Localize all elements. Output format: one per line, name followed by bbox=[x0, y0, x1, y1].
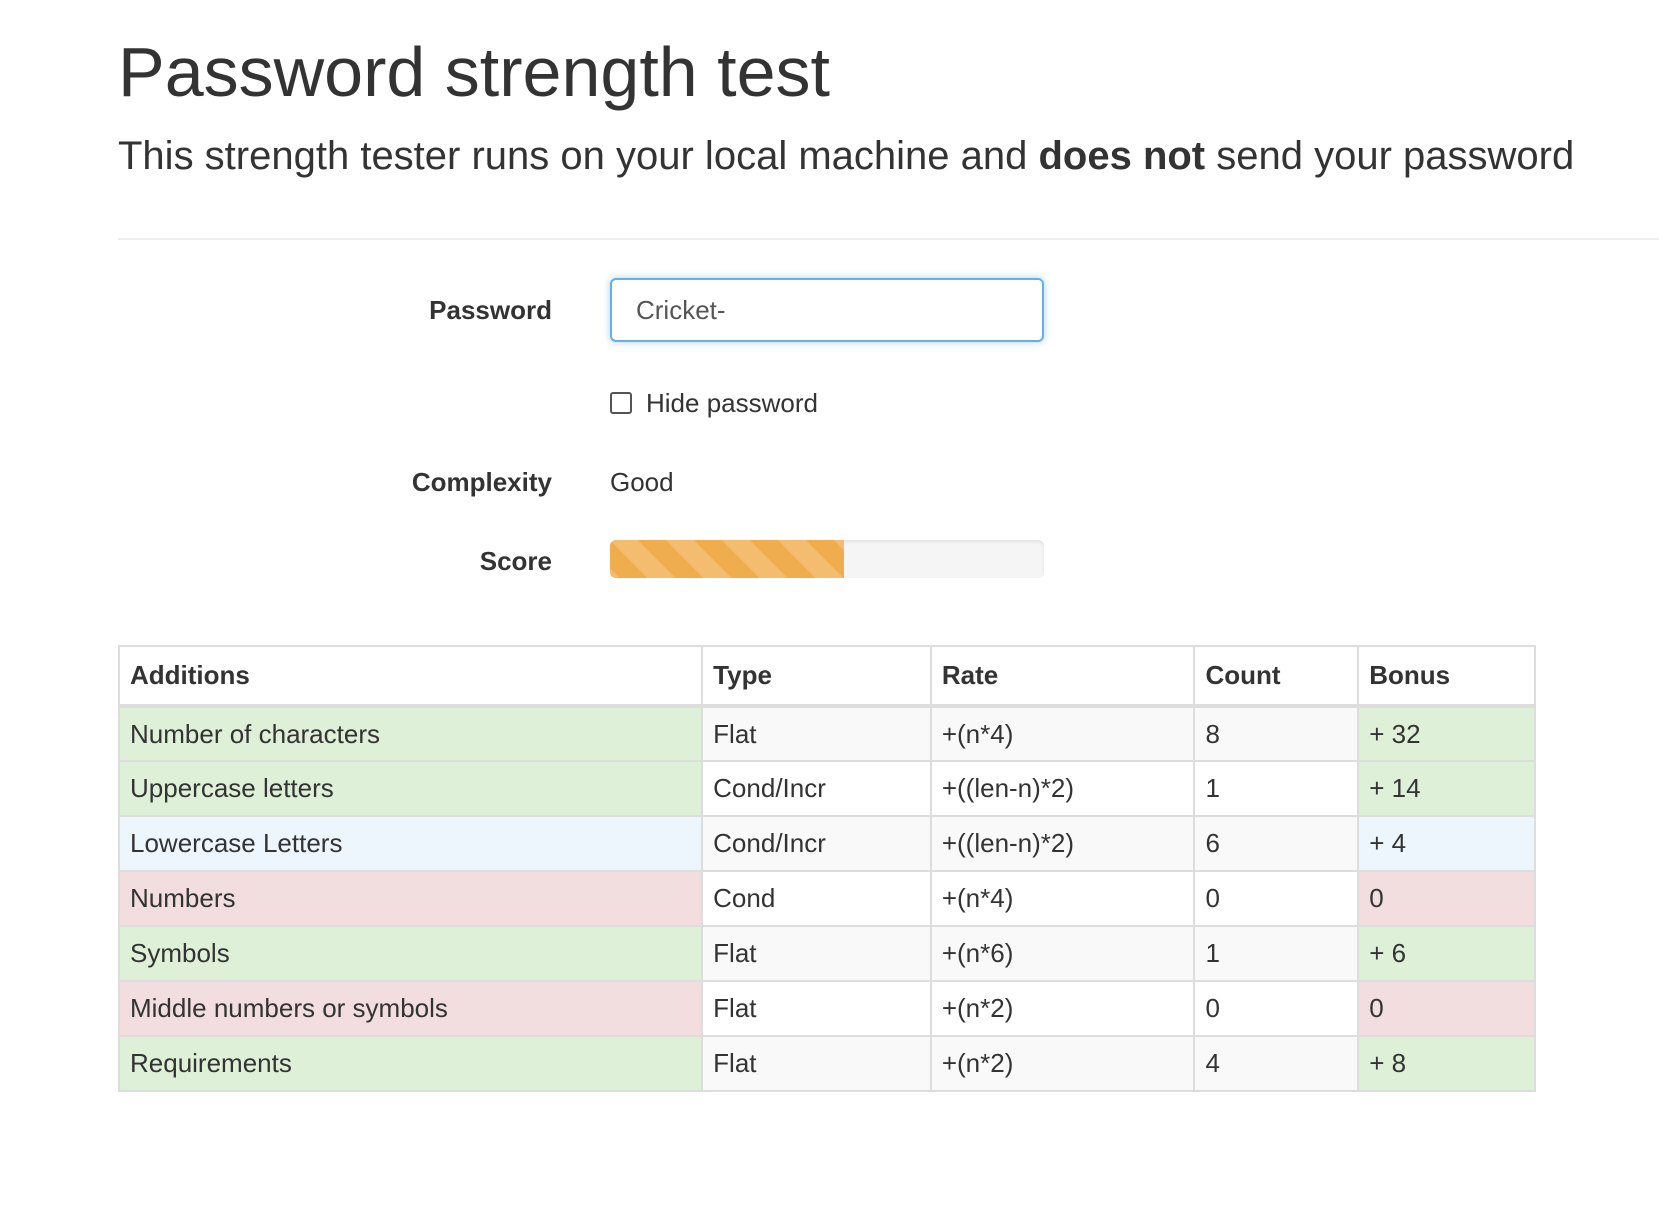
cell-bonus: + 8 bbox=[1357, 1035, 1536, 1092]
additions-table: Additions Type Rate Count Bonus Number o… bbox=[117, 645, 1536, 1092]
table-row: Middle numbers or symbols Flat +(n*2) 0 0 bbox=[117, 980, 1536, 1037]
column-header-count: Count bbox=[1193, 645, 1360, 708]
cell-count: 8 bbox=[1193, 705, 1360, 762]
password-input[interactable] bbox=[610, 278, 1044, 342]
cell-rate: +(n*2) bbox=[929, 980, 1196, 1037]
cell-addition: Number of characters bbox=[117, 705, 704, 762]
cell-bonus: 0 bbox=[1357, 870, 1536, 927]
column-header-rate: Rate bbox=[929, 645, 1196, 708]
page-lead: This strength tester runs on your local … bbox=[118, 132, 1574, 180]
table-row: Lowercase Letters Cond/Incr +((len-n)*2) 6 +… bbox=[117, 815, 1536, 872]
column-header-additions: Additions bbox=[117, 645, 704, 708]
cell-bonus: + 32 bbox=[1357, 705, 1536, 762]
page-title: Password strength test bbox=[118, 33, 830, 111]
lead-emphasis: does not bbox=[1038, 134, 1206, 178]
table-row: Number of characters Flat +(n*4) 8 + 32 bbox=[117, 705, 1536, 762]
header-divider bbox=[118, 238, 1659, 240]
password-label: Password bbox=[429, 295, 552, 325]
hide-password-checkbox[interactable] bbox=[610, 392, 632, 414]
cell-count: 0 bbox=[1193, 870, 1360, 927]
table-row: Symbols Flat +(n*6) 1 + 6 bbox=[117, 925, 1536, 982]
column-header-type: Type bbox=[701, 645, 932, 708]
cell-bonus: + 14 bbox=[1357, 760, 1536, 817]
cell-type: Flat bbox=[701, 1035, 932, 1092]
lead-text-start: This strength tester runs on your local … bbox=[118, 134, 1039, 178]
cell-type: Flat bbox=[701, 925, 932, 982]
score-progress-fill bbox=[610, 540, 845, 578]
table-row: Uppercase letters Cond/Incr +((len-n)*2) 1 +… bbox=[117, 760, 1536, 817]
cell-type: Flat bbox=[701, 705, 932, 762]
cell-type: Cond/Incr bbox=[701, 815, 932, 872]
cell-rate: +(n*4) bbox=[929, 705, 1196, 762]
cell-type: Flat bbox=[701, 980, 932, 1037]
table-row: Requirements Flat +(n*2) 4 + 8 bbox=[117, 1035, 1536, 1092]
cell-rate: +((len-n)*2) bbox=[929, 815, 1196, 872]
lead-text-end: send your password bbox=[1205, 134, 1575, 178]
cell-addition: Numbers bbox=[117, 870, 704, 927]
cell-type: Cond/Incr bbox=[701, 760, 932, 817]
complexity-label: Complexity bbox=[411, 467, 552, 497]
hide-password-row[interactable]: Hide password bbox=[610, 386, 818, 420]
table-header-row: Additions Type Rate Count Bonus bbox=[117, 645, 1536, 708]
cell-bonus: 0 bbox=[1357, 980, 1536, 1037]
column-header-bonus: Bonus bbox=[1357, 645, 1536, 708]
cell-addition: Middle numbers or symbols bbox=[117, 980, 704, 1037]
cell-count: 1 bbox=[1193, 760, 1360, 817]
page: Password strength test This strength tes… bbox=[0, 0, 1659, 1221]
cell-bonus: + 4 bbox=[1357, 815, 1536, 872]
cell-count: 1 bbox=[1193, 925, 1360, 982]
cell-addition: Requirements bbox=[117, 1035, 704, 1092]
cell-count: 0 bbox=[1193, 980, 1360, 1037]
cell-count: 4 bbox=[1193, 1035, 1360, 1092]
complexity-value: Good bbox=[610, 467, 674, 497]
cell-addition: Uppercase letters bbox=[117, 760, 704, 817]
table-row: Numbers Cond +(n*4) 0 0 bbox=[117, 870, 1536, 927]
cell-count: 6 bbox=[1193, 815, 1360, 872]
score-label: Score bbox=[479, 546, 552, 576]
cell-bonus: + 6 bbox=[1357, 925, 1536, 982]
cell-rate: +(n*2) bbox=[929, 1035, 1196, 1092]
hide-password-label[interactable]: Hide password bbox=[646, 388, 818, 419]
cell-addition: Lowercase Letters bbox=[117, 815, 704, 872]
cell-addition: Symbols bbox=[117, 925, 704, 982]
cell-rate: +(n*4) bbox=[929, 870, 1196, 927]
cell-rate: +(n*6) bbox=[929, 925, 1196, 982]
cell-rate: +((len-n)*2) bbox=[929, 760, 1196, 817]
score-progress bbox=[610, 540, 1044, 578]
cell-type: Cond bbox=[701, 870, 932, 927]
